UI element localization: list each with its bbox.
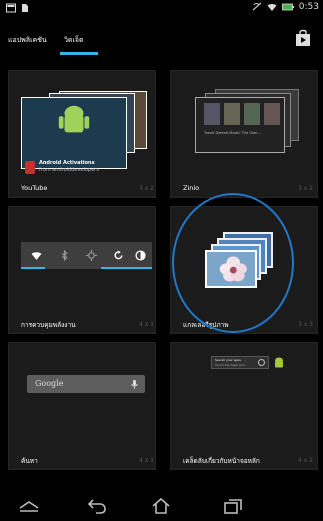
widget-home-tips[interactable]: See all your apps Touch the Apps icon. เ… — [170, 342, 318, 470]
widget-size: 3 x 2 — [139, 185, 154, 192]
google-search-preview: Google — [27, 375, 145, 393]
widget-zinio[interactable]: Travel Defend Mode? The Glan... Zinio 3 … — [170, 70, 318, 198]
widget-size: 4 x 2 — [298, 457, 313, 464]
widget-size: 4 x 1 — [139, 321, 154, 328]
video-card — [21, 97, 127, 169]
back-icon[interactable] — [86, 497, 108, 515]
google-logo-text: Google — [35, 379, 64, 388]
no-sync-icon — [252, 2, 262, 11]
battery-icon — [281, 3, 294, 11]
zinio-caption: Travel Defend Mode? The Glan... — [204, 131, 261, 135]
magazine-card: Travel Defend Mode? The Glan... — [195, 97, 285, 153]
tab-widgets[interactable]: วิดเจ็ต — [64, 35, 84, 46]
sync-brightness-on-indicator — [101, 267, 152, 269]
widget-label: YouTube — [21, 184, 48, 192]
microphone-icon — [131, 379, 138, 389]
youtube-logo-icon — [25, 161, 35, 174]
sync-icon — [114, 250, 123, 260]
home-icon[interactable] — [150, 497, 172, 515]
android-figure-icon — [58, 105, 90, 133]
recent-apps-icon[interactable] — [222, 497, 244, 515]
widget-label: Zinio — [183, 184, 200, 192]
widget-label: ค้นหา — [21, 457, 38, 465]
widget-label: เคล็ดลับเกี่ยวกับหน้าจอหลัก — [183, 457, 260, 465]
collapse-icon[interactable] — [18, 497, 40, 515]
android-icon — [275, 357, 283, 368]
youtube-video-title: Android Activations — [39, 160, 95, 166]
navigation-bar — [0, 490, 323, 521]
document-icon — [22, 4, 28, 12]
home-tips-preview: See all your apps Touch the Apps icon. — [211, 356, 269, 369]
play-store-icon[interactable] — [295, 29, 311, 47]
widget-label: การควบคุมพลังงาน — [21, 321, 76, 329]
widget-search[interactable]: Google ค้นหา 4 x 1 — [8, 342, 156, 470]
gallery-icon — [6, 3, 16, 13]
widget-size: 4 x 1 — [139, 457, 154, 464]
widget-youtube[interactable]: Android Activations from androiddevelope… — [8, 70, 156, 198]
bluetooth-icon — [61, 250, 68, 261]
gps-icon — [86, 250, 97, 261]
widget-size: 3 x 2 — [298, 185, 313, 192]
widget-power-control[interactable]: การควบคุมพลังงาน 4 x 1 — [8, 206, 156, 334]
highlight-circle — [172, 193, 294, 333]
widget-size: 3 x 3 — [298, 321, 313, 328]
brightness-icon — [135, 250, 146, 261]
apps-circle-icon — [258, 359, 265, 366]
tab-bar: แอปพลิเคชัน วิดเจ็ต — [0, 18, 323, 58]
wifi-icon — [267, 4, 277, 11]
wifi-icon — [31, 252, 42, 260]
power-control-preview — [21, 242, 152, 269]
zinio-preview: Travel Defend Mode? The Glan... — [193, 87, 303, 157]
wifi-on-indicator — [21, 267, 45, 269]
clock: 0:53 — [298, 2, 319, 12]
youtube-preview: Android Activations from androiddevelope… — [17, 85, 151, 175]
status-bar: 0:53 — [0, 0, 323, 18]
tab-apps[interactable]: แอปพลิเคชัน — [8, 35, 47, 46]
tab-selected-indicator — [60, 52, 98, 55]
tip-text: Touch the Apps icon. — [215, 363, 246, 367]
youtube-video-channel: from androiddevelopers — [39, 167, 99, 173]
tip-title: See all your apps — [215, 358, 241, 362]
